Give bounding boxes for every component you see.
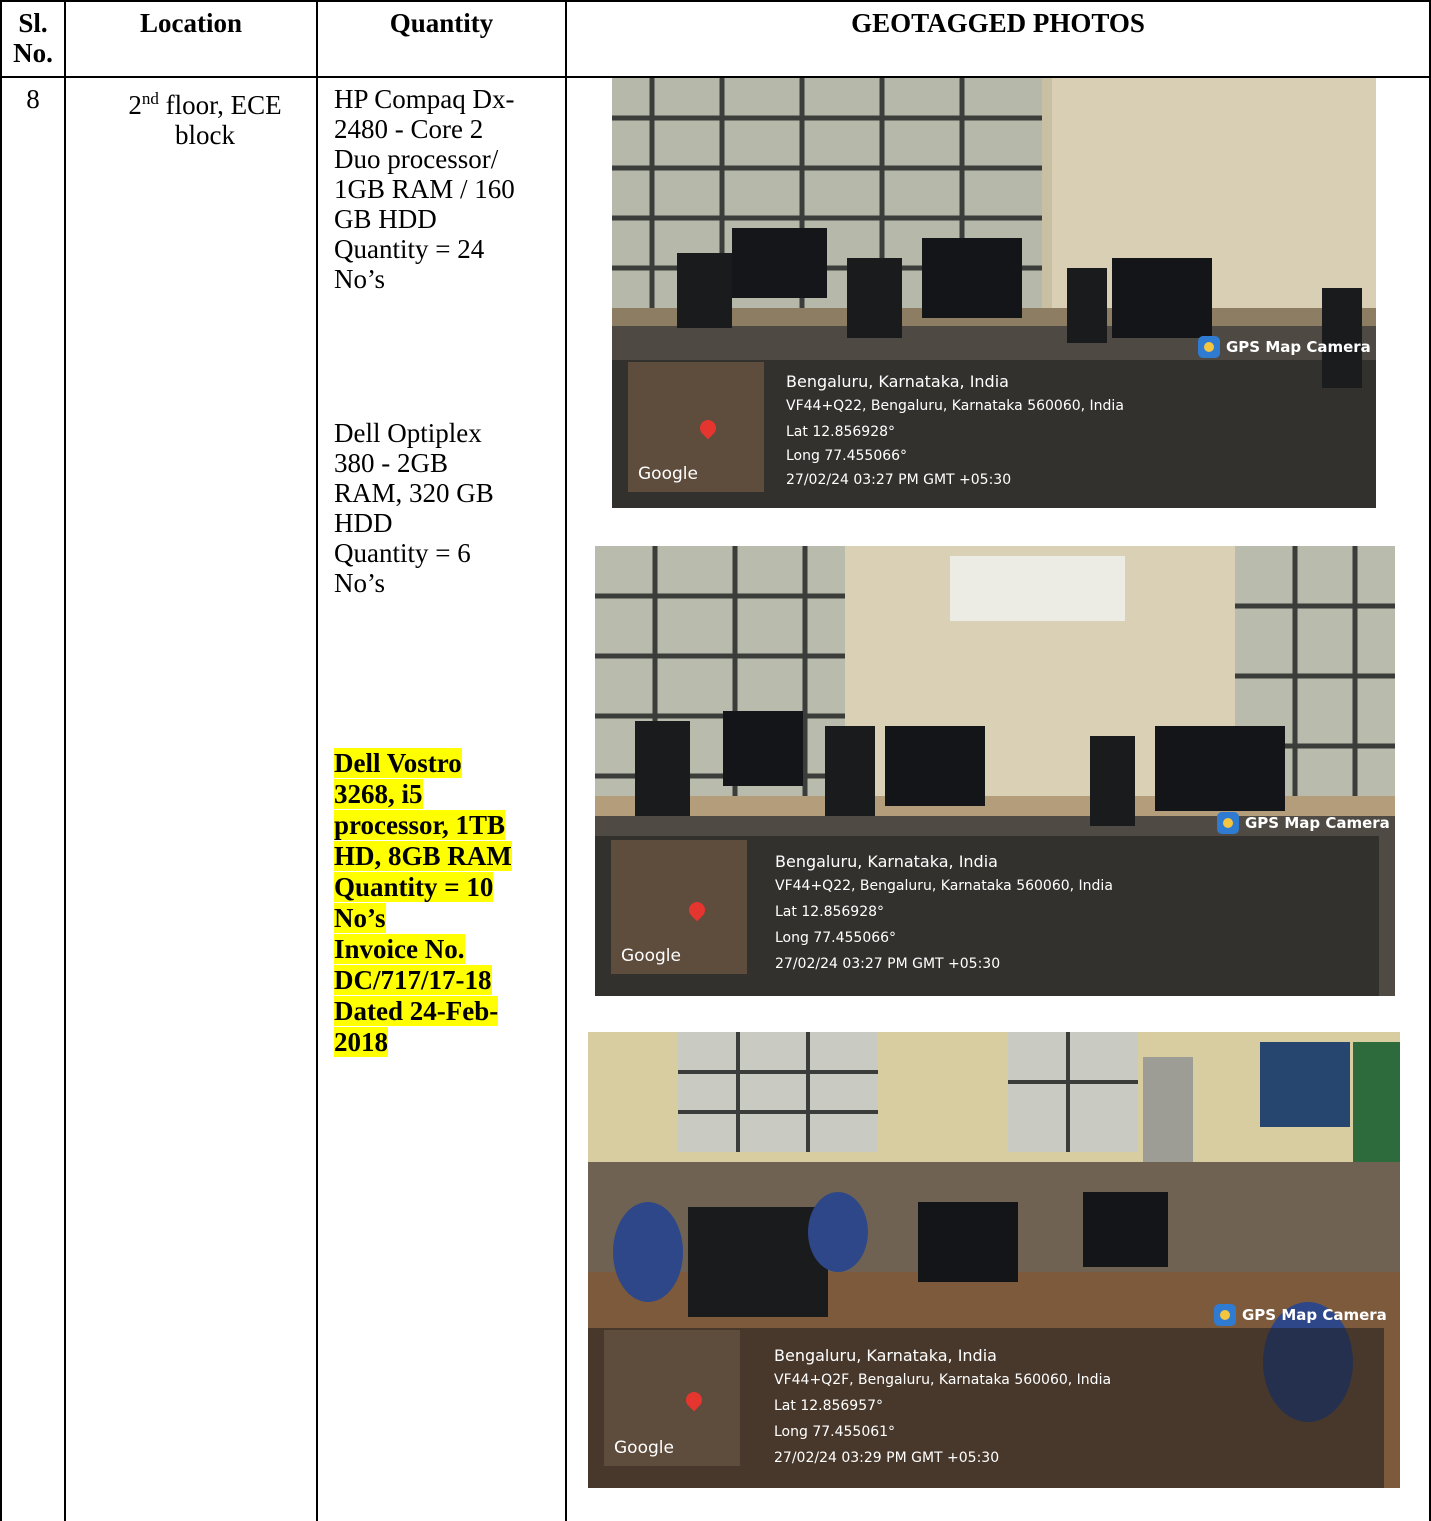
photo-2-lat: Lat 12.856928° — [775, 904, 885, 920]
photo-3-datetime: 27/02/24 03:29 PM GMT +05:30 — [774, 1450, 1000, 1466]
photo-1-lat: Lat 12.856928° — [786, 424, 896, 440]
photo-3-gps-badge: GPS Map Camera — [1214, 1304, 1387, 1326]
quantity-item-line: GB HDD — [334, 204, 562, 234]
photo-2-place: Bengaluru, Karnataka, India — [775, 852, 998, 871]
header-location: Location — [139, 8, 242, 38]
photo-1-long: Long 77.455066° — [786, 448, 908, 464]
cell-sl-no: 8 — [26, 84, 40, 114]
quantity-item-1: HP Compaq Dx- 2480 - Core 2 Duo processor/… — [334, 84, 562, 294]
quantity-item-line-text: HD, 8GB RAM — [334, 841, 512, 871]
quantity-item-line: processor, 1TB — [334, 810, 562, 841]
photo-3-address: VF44+Q2F, Bengaluru, Karnataka 560060, I… — [774, 1372, 1112, 1388]
table-col-divider-2 — [316, 0, 318, 1521]
quantity-item-line-text: 380 - 2GB — [334, 448, 448, 478]
photo-1-address: VF44+Q22, Bengaluru, Karnataka 560060, I… — [786, 398, 1124, 414]
geotagged-photo-2: GPS Map Camera Google Bengaluru, Karnata… — [595, 546, 1395, 996]
quantity-item-line-text: Dell Optiplex — [334, 418, 482, 448]
quantity-item-line: No’s — [334, 903, 562, 934]
quantity-item-line: Quantity = 24 — [334, 234, 562, 264]
quantity-item-line-text: No’s — [334, 903, 386, 933]
quantity-item-line-text: Quantity = 6 — [334, 538, 471, 568]
quantity-item-line-text: Duo processor/ — [334, 144, 499, 174]
quantity-item-line-text: processor, 1TB — [334, 810, 506, 840]
quantity-item-line: Quantity = 6 — [334, 538, 562, 568]
quantity-item-line: Dated 24-Feb- — [334, 996, 562, 1027]
header-geotagged-photos: GEOTAGGED PHOTOS — [851, 8, 1145, 38]
header-sl-no: Sl. No. — [13, 8, 53, 68]
photo-2-badge-label: GPS Map Camera — [1245, 814, 1390, 832]
geotagged-photo-3: GPS Map Camera Google Bengaluru, Karnata… — [588, 1032, 1400, 1488]
quantity-item-line: HDD — [334, 508, 562, 538]
quantity-item-line: 1GB RAM / 160 — [334, 174, 562, 204]
cell-location: 2nd floor, ECE block — [100, 84, 310, 150]
photo-2-datetime: 27/02/24 03:27 PM GMT +05:30 — [775, 956, 1001, 972]
quantity-item-line-text: HDD — [334, 508, 393, 538]
quantity-item-line-text: DC/717/17-18 — [334, 965, 492, 995]
gps-camera-icon — [1217, 812, 1239, 834]
quantity-item-line-text: Invoice No. — [334, 934, 465, 964]
location-ordinal: 2 — [128, 90, 142, 120]
quantity-item-line: 3268, i5 — [334, 779, 562, 810]
quantity-item-line-text: Quantity = 10 — [334, 872, 494, 902]
photo-3-long: Long 77.455061° — [774, 1424, 896, 1440]
quantity-item-line: RAM, 320 GB — [334, 478, 562, 508]
table-col-divider-1 — [64, 0, 66, 1521]
photo-3-google-label: Google — [614, 1438, 674, 1458]
header-quantity: Quantity — [389, 8, 494, 38]
quantity-item-line: HP Compaq Dx- — [334, 84, 562, 114]
quantity-item-line-text: Dated 24-Feb- — [334, 996, 499, 1026]
gps-camera-icon — [1214, 1304, 1236, 1326]
map-pin-icon — [682, 1388, 706, 1412]
photo-3-badge-label: GPS Map Camera — [1242, 1306, 1387, 1324]
table-border-top — [0, 0, 1431, 2]
quantity-item-line-text: 2018 — [334, 1027, 388, 1057]
map-pin-icon — [685, 898, 709, 922]
quantity-item-line: 2480 - Core 2 — [334, 114, 562, 144]
quantity-item-line: Duo processor/ — [334, 144, 562, 174]
quantity-item-line: 380 - 2GB — [334, 448, 562, 478]
location-ordinal-suffix: nd — [141, 89, 159, 108]
quantity-item-line: 2018 — [334, 1027, 562, 1058]
table-border-left — [0, 0, 2, 1521]
photo-1-map-thumbnail: Google — [628, 362, 764, 492]
quantity-item-line: Invoice No. — [334, 934, 562, 965]
quantity-item-line-text: GB HDD — [334, 204, 437, 234]
photo-3-map-thumbnail: Google — [604, 1330, 740, 1466]
photo-1-badge-label: GPS Map Camera — [1226, 338, 1371, 356]
location-text: floor, ECE block — [165, 90, 282, 150]
map-pin-icon — [696, 416, 720, 440]
quantity-item-line-text: No’s — [334, 568, 386, 598]
quantity-item-line-text: No’s — [334, 264, 386, 294]
quantity-item-line: Quantity = 10 — [334, 872, 562, 903]
quantity-item-3: Dell Vostro 3268, i5 processor, 1TB HD, 8GB… — [334, 748, 562, 1058]
quantity-item-line-text: HP Compaq Dx- — [334, 84, 515, 114]
photo-3-place: Bengaluru, Karnataka, India — [774, 1346, 997, 1365]
quantity-item-line: DC/717/17-18 — [334, 965, 562, 996]
quantity-item-2: Dell Optiplex 380 - 2GB RAM, 320 GB HDD Quan… — [334, 418, 562, 598]
quantity-item-line-text: Quantity = 24 — [334, 234, 485, 264]
quantity-item-line-text: 3268, i5 — [334, 779, 423, 809]
table-col-divider-3 — [565, 0, 567, 1521]
quantity-item-line: Dell Vostro — [334, 748, 562, 779]
photo-1-datetime: 27/02/24 03:27 PM GMT +05:30 — [786, 472, 1012, 488]
quantity-item-line-text: Dell Vostro — [334, 748, 462, 778]
quantity-item-line: No’s — [334, 264, 562, 294]
photo-2-map-thumbnail: Google — [611, 840, 747, 974]
photo-3-lat: Lat 12.856957° — [774, 1398, 884, 1414]
photo-1-google-label: Google — [638, 464, 698, 484]
quantity-item-line: HD, 8GB RAM — [334, 841, 562, 872]
photo-1-gps-badge: GPS Map Camera — [1198, 336, 1371, 358]
photo-2-gps-badge: GPS Map Camera — [1217, 812, 1390, 834]
quantity-item-line: Dell Optiplex — [334, 418, 562, 448]
quantity-item-line: No’s — [334, 568, 562, 598]
photo-2-long: Long 77.455066° — [775, 930, 897, 946]
geotagged-photo-1: GPS Map Camera Google Bengaluru, Karnata… — [612, 78, 1376, 508]
quantity-item-line-text: 1GB RAM / 160 — [334, 174, 515, 204]
photo-2-google-label: Google — [621, 946, 681, 966]
quantity-item-line-text: RAM, 320 GB — [334, 478, 494, 508]
gps-camera-icon — [1198, 336, 1220, 358]
photo-2-address: VF44+Q22, Bengaluru, Karnataka 560060, I… — [775, 878, 1113, 894]
quantity-item-line-text: 2480 - Core 2 — [334, 114, 484, 144]
photo-1-place: Bengaluru, Karnataka, India — [786, 372, 1009, 391]
